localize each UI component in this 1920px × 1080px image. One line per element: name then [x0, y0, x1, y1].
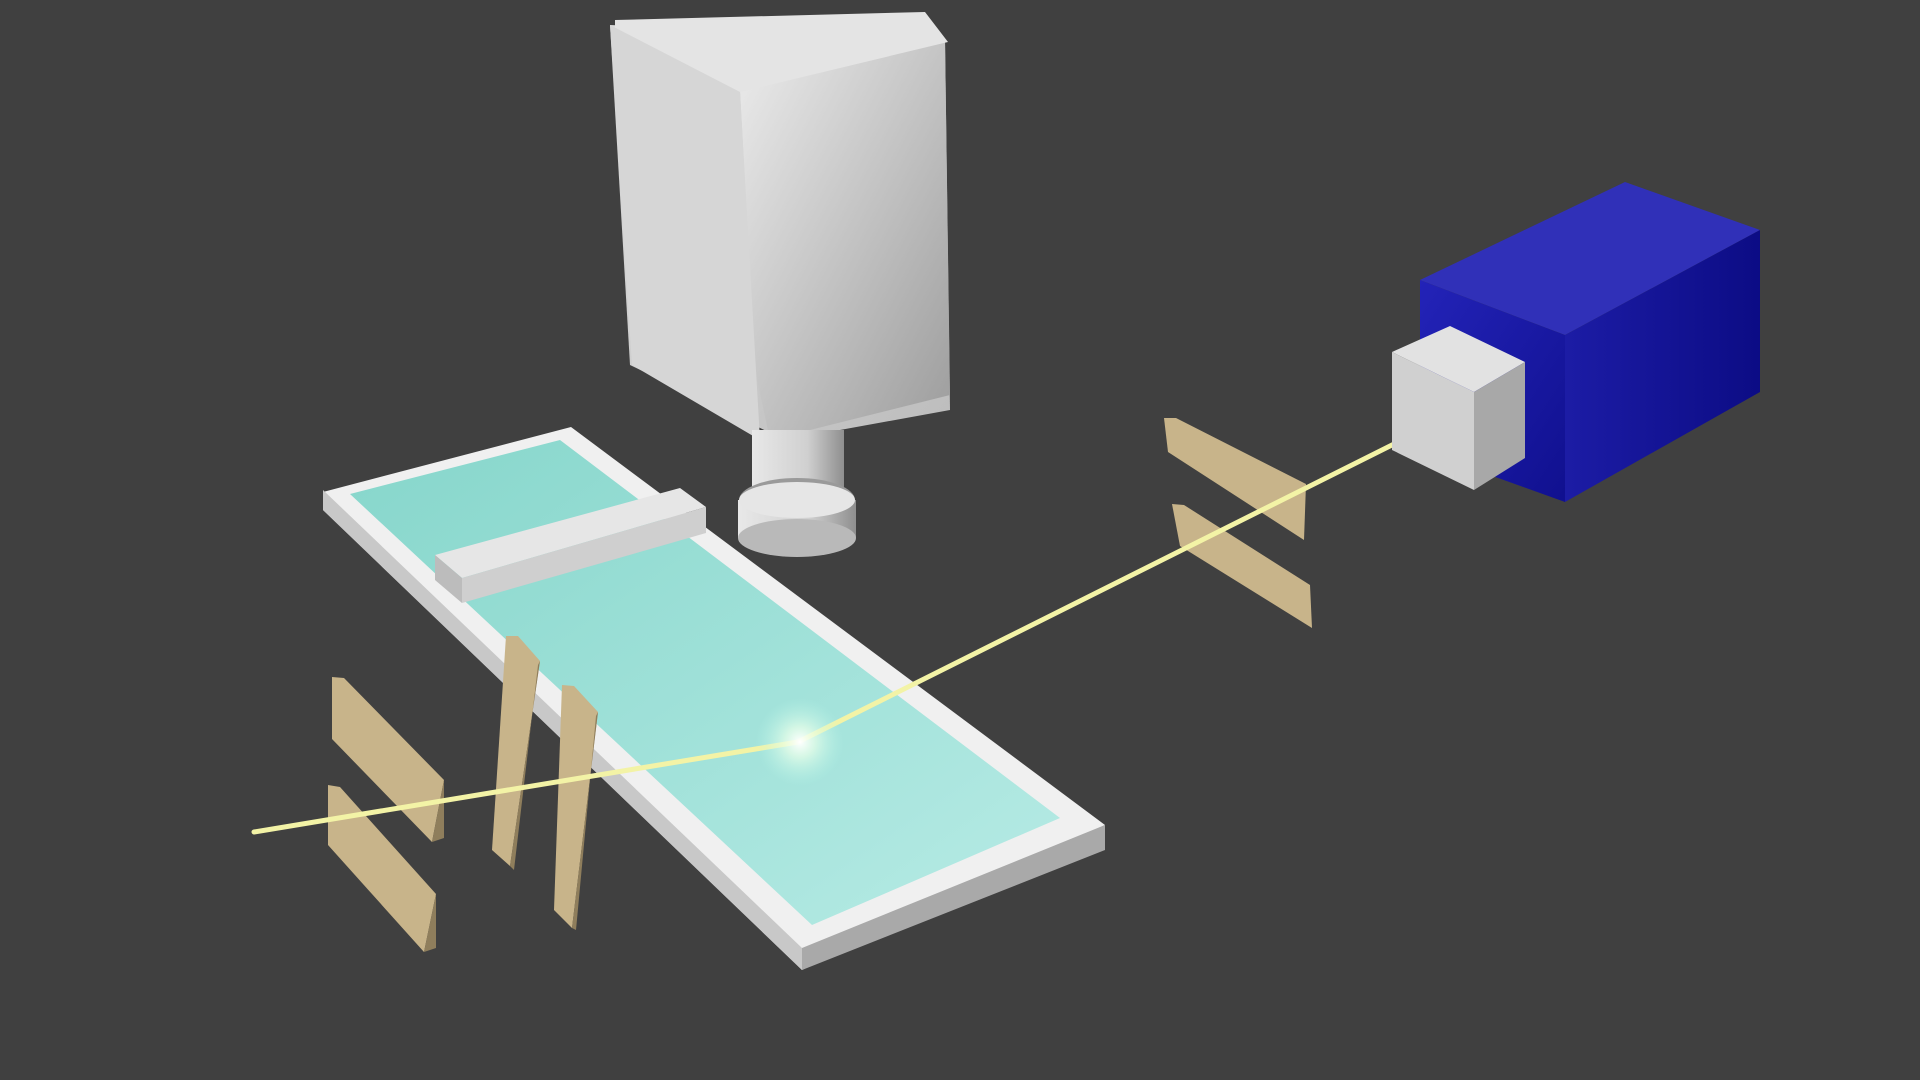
detector-lens — [738, 430, 856, 557]
trough — [323, 427, 1105, 970]
experiment-diagram — [251, 12, 1760, 970]
detector-box — [610, 12, 950, 440]
